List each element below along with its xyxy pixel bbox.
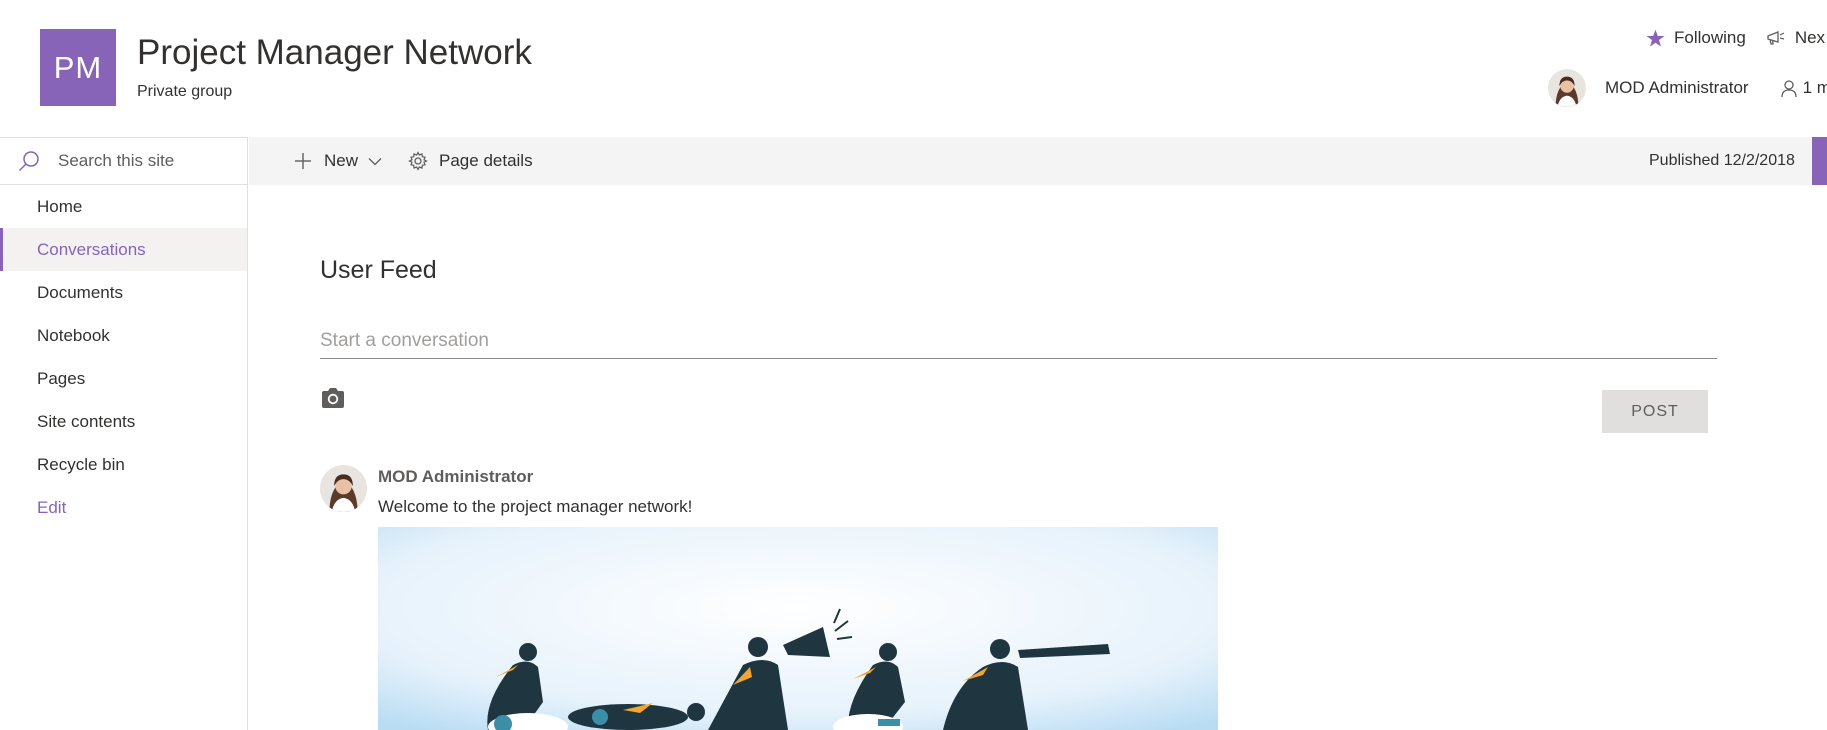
camera-button[interactable] <box>320 387 346 414</box>
search-box <box>0 137 247 185</box>
following-button[interactable]: Following <box>1646 28 1746 48</box>
members-count: 1 m <box>1802 78 1827 97</box>
conversation-input[interactable] <box>320 324 1717 359</box>
new-label: New <box>324 151 359 170</box>
site-header: PM Project Manager Network Private group… <box>0 0 1827 137</box>
accent-tab[interactable] <box>1812 137 1827 185</box>
nav-item-pages[interactable]: Pages <box>0 357 247 400</box>
user-name[interactable]: MOD Administrator <box>1605 78 1749 98</box>
new-button[interactable]: New <box>294 151 382 171</box>
nav-item-recycle-bin[interactable]: Recycle bin <box>0 443 247 486</box>
nav-item-site-contents[interactable]: Site contents <box>0 400 247 443</box>
gear-icon <box>408 151 428 171</box>
post-image[interactable] <box>378 527 1218 730</box>
search-input[interactable] <box>58 151 238 171</box>
members-button[interactable]: 1 m <box>1780 78 1827 98</box>
nav-item-documents[interactable]: Documents <box>0 271 247 314</box>
page-details-button[interactable]: Page details <box>408 151 533 171</box>
person-icon <box>1780 79 1797 97</box>
site-logo[interactable]: PM <box>40 29 116 106</box>
team-illustration <box>378 527 1218 730</box>
user-feed-title: User Feed <box>320 256 437 284</box>
search-icon[interactable] <box>18 150 40 172</box>
site-privacy-label: Private group <box>137 83 233 100</box>
star-icon <box>1646 29 1665 47</box>
nav-item-home[interactable]: Home <box>0 185 247 228</box>
post-author-avatar[interactable] <box>320 465 367 512</box>
camera-icon <box>322 388 344 408</box>
header-user: MOD Administrator 1 m <box>1548 69 1827 107</box>
nav-item-conversations[interactable]: Conversations <box>0 228 247 271</box>
megaphone-icon <box>1767 31 1785 45</box>
next-steps-button[interactable]: Nex <box>1766 28 1825 48</box>
nav-edit-link[interactable]: Edit <box>0 486 247 529</box>
post-message: Welcome to the project manager network! <box>378 497 693 516</box>
left-navigation: Home Conversations Documents Notebook Pa… <box>0 137 248 730</box>
published-status: Published 12/2/2018 <box>1649 152 1795 169</box>
avatar[interactable] <box>1548 69 1586 107</box>
chevron-down-icon <box>368 157 382 165</box>
post-button[interactable]: POST <box>1602 390 1708 433</box>
header-actions: Following Nex <box>1646 28 1827 48</box>
nav-item-notebook[interactable]: Notebook <box>0 314 247 357</box>
page-details-label: Page details <box>439 151 533 170</box>
user-photo <box>1548 69 1586 107</box>
following-label: Following <box>1674 28 1746 47</box>
next-steps-label: Nex <box>1794 28 1826 47</box>
command-bar: New Page details Published 12/2/2018 <box>249 137 1827 185</box>
user-photo <box>320 465 367 512</box>
site-title[interactable]: Project Manager Network <box>137 33 532 73</box>
plus-icon <box>295 153 311 169</box>
post-author-name[interactable]: MOD Administrator <box>378 467 533 487</box>
feed-post: MOD Administrator Welcome to the project… <box>320 465 692 516</box>
